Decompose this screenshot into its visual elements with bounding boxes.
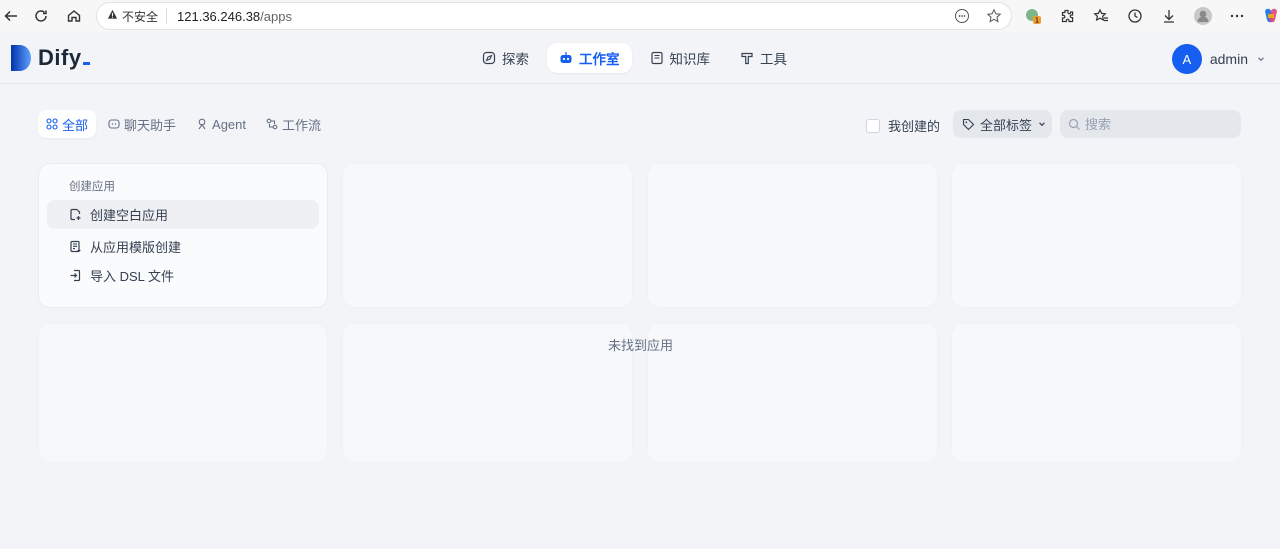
tab-agent[interactable]: Agent — [188, 110, 254, 138]
avatar: A — [1171, 44, 1202, 74]
create-from-template-label: 从应用模版创建 — [90, 240, 182, 255]
search-box[interactable] — [1060, 110, 1241, 138]
create-blank-app-button[interactable]: 创建空白应用 — [47, 200, 319, 229]
created-by-me-label: 我创建的 — [888, 119, 941, 134]
bottom-fade — [0, 440, 1280, 549]
file-plus-icon — [70, 208, 81, 221]
url-text[interactable]: 121.36.246.38/apps — [177, 9, 292, 24]
tag-icon — [962, 118, 975, 130]
chevron-down-icon — [1258, 57, 1264, 62]
app-card-placeholder — [342, 163, 633, 308]
logo-text: Dify — [38, 45, 90, 71]
reload-icon[interactable] — [26, 1, 56, 31]
reader-icon[interactable] — [953, 7, 971, 25]
app-header: Dify 探索 工作室 知识库 工具 A admin — [0, 32, 1280, 84]
dify-logo-icon — [11, 45, 31, 71]
tab-workflow[interactable]: 工作流 — [258, 110, 329, 138]
extension-badge-icon[interactable]: 1 — [1020, 3, 1046, 29]
chat-icon — [108, 119, 120, 129]
svg-text:1: 1 — [1035, 17, 1039, 25]
tab-all-label: 全部 — [62, 117, 89, 133]
nav-tools[interactable]: 工具 — [728, 43, 799, 73]
tag-filter-label: 全部标签 — [980, 117, 1033, 133]
tab-all[interactable]: 全部 — [38, 110, 97, 138]
create-app-title: 创建应用 — [69, 181, 115, 193]
security-indicator[interactable]: 不安全 — [107, 8, 168, 24]
app-type-tabs: 全部 聊天助手 Agent 工作流 — [38, 110, 329, 138]
book-icon — [650, 51, 663, 65]
user-menu[interactable]: A admin — [1171, 44, 1266, 74]
compass-icon — [482, 51, 496, 65]
tab-chat-label: 聊天助手 — [124, 117, 177, 133]
home-icon[interactable] — [59, 1, 89, 31]
copilot-icon[interactable] — [1258, 3, 1280, 29]
favorites-icon[interactable] — [1088, 3, 1114, 29]
tab-workflow-label: 工作流 — [282, 117, 322, 133]
nav-explore[interactable]: 探索 — [470, 43, 541, 73]
warning-icon — [107, 9, 118, 23]
hammer-icon — [741, 52, 753, 65]
tab-agent-label: Agent — [212, 116, 247, 132]
create-app-card: 创建应用 创建空白应用 从应用模版创建 导入 DSL 文件 — [38, 163, 328, 308]
profile-icon[interactable] — [1190, 3, 1216, 29]
search-icon — [1068, 118, 1080, 130]
main-nav: 探索 工作室 知识库 工具 — [470, 43, 799, 73]
import-dsl-button[interactable]: 导入 DSL 文件 — [47, 261, 319, 290]
history-icon[interactable] — [1122, 3, 1148, 29]
created-by-me-checkbox[interactable] — [866, 118, 880, 133]
app-card-placeholder — [951, 163, 1242, 308]
tag-filter-select[interactable]: 全部标签 — [953, 110, 1052, 138]
agent-icon — [198, 118, 206, 130]
filter-row: 全部 聊天助手 Agent 工作流 我创建的 全部标签 — [38, 110, 1242, 138]
app-card-placeholder — [647, 163, 938, 308]
extensions-icon[interactable] — [1054, 3, 1080, 29]
tab-chat[interactable]: 聊天助手 — [100, 110, 184, 138]
search-input[interactable] — [1085, 116, 1235, 132]
created-by-me-filter[interactable]: 我创建的 — [866, 116, 940, 135]
chevron-down-icon — [1039, 122, 1045, 127]
nav-knowledge-label: 知识库 — [669, 52, 711, 67]
robot-icon — [560, 52, 572, 63]
nav-explore-label: 探索 — [502, 52, 529, 67]
back-icon[interactable] — [0, 1, 26, 31]
nav-tools-label: 工具 — [760, 52, 787, 67]
nav-studio-label: 工作室 — [579, 52, 620, 67]
favorite-star-icon[interactable] — [985, 7, 1003, 25]
import-dsl-label: 导入 DSL 文件 — [90, 269, 175, 284]
nav-knowledge[interactable]: 知识库 — [638, 43, 723, 73]
more-menu-icon[interactable] — [1224, 3, 1250, 29]
create-from-template-button[interactable]: 从应用模版创建 — [47, 232, 319, 261]
nav-studio[interactable]: 工作室 — [547, 43, 632, 73]
dify-logo[interactable]: Dify — [10, 44, 90, 72]
download-icon[interactable] — [1156, 3, 1182, 29]
user-name: admin — [1209, 51, 1248, 67]
grid-icon — [46, 118, 58, 130]
template-icon — [70, 240, 81, 253]
empty-state-message: 未找到应用 — [608, 338, 674, 353]
workflow-icon — [266, 118, 278, 130]
insecure-label: 不安全 — [122, 9, 159, 24]
address-bar[interactable]: 不安全 121.36.246.38/apps — [96, 2, 1012, 30]
create-blank-app-label: 创建空白应用 — [90, 208, 169, 223]
browser-toolbar: 不安全 121.36.246.38/apps 1 — [0, 0, 1280, 32]
import-icon — [70, 269, 81, 282]
